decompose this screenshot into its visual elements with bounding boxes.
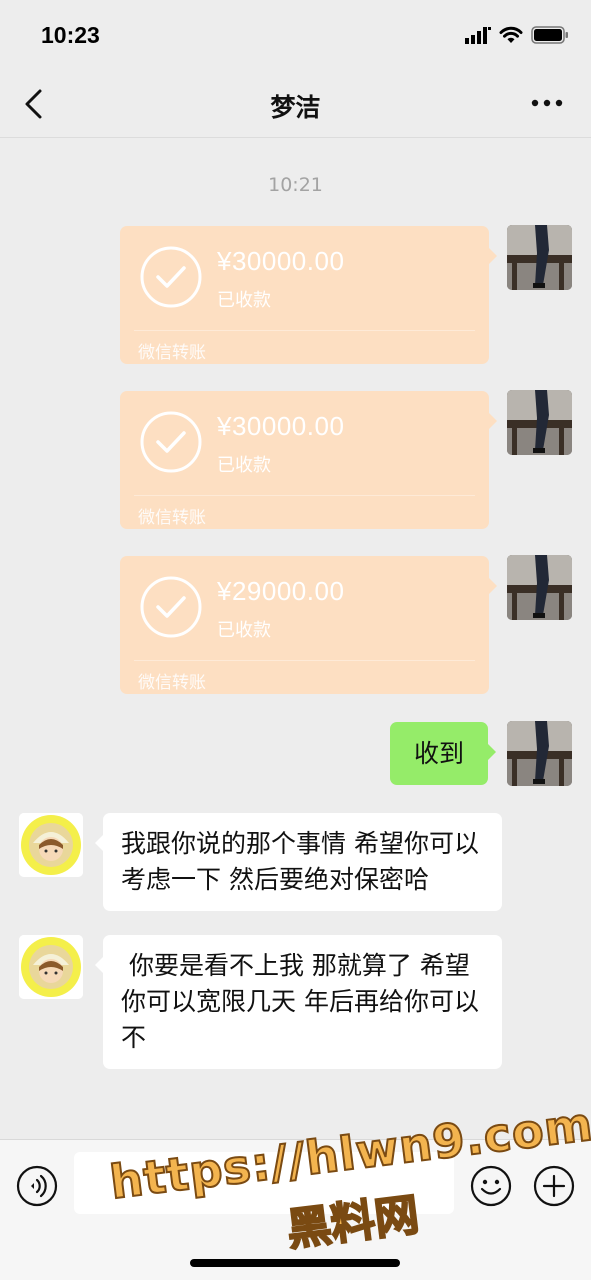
voice-icon[interactable] xyxy=(16,1165,58,1207)
transfer-divider xyxy=(134,330,475,331)
sent-message-bubble[interactable]: 收到 xyxy=(390,722,496,785)
self-avatar-photo xyxy=(507,225,572,290)
transfer-status: 已收款 xyxy=(217,455,271,476)
wifi-icon xyxy=(499,26,523,43)
input-bar xyxy=(0,1139,591,1280)
transfer-amount: ¥29000.00 xyxy=(217,576,345,606)
nav-bar: 梦洁 xyxy=(0,70,591,138)
transfer-status: 已收款 xyxy=(217,620,271,641)
message-timestamp: 10:21 xyxy=(268,174,323,196)
battery-icon xyxy=(531,26,568,44)
transfer-card[interactable]: ¥30000.00 已收款 微信转账 xyxy=(120,391,497,529)
chat-title: 梦洁 xyxy=(270,93,321,122)
contact-avatar-image xyxy=(19,813,83,877)
check-circle-icon xyxy=(140,576,202,638)
check-circle-icon xyxy=(140,246,202,308)
transfer-label: 微信转账 xyxy=(138,673,206,693)
home-indicator xyxy=(190,1259,400,1267)
transfer-card[interactable]: ¥30000.00 已收款 微信转账 xyxy=(120,226,497,364)
transfer-label: 微信转账 xyxy=(138,343,206,363)
status-time: 10:23 xyxy=(41,22,100,48)
status-bar: 10:23 xyxy=(0,0,591,70)
message-input[interactable] xyxy=(74,1152,454,1214)
self-avatar-photo xyxy=(507,390,572,455)
avatar-self[interactable] xyxy=(507,390,572,455)
avatar-self[interactable] xyxy=(507,721,572,786)
transfer-status: 已收款 xyxy=(217,290,271,311)
transfer-divider xyxy=(134,660,475,661)
contact-avatar-image xyxy=(19,935,83,999)
plus-icon[interactable] xyxy=(533,1165,575,1207)
emoji-icon[interactable] xyxy=(470,1165,512,1207)
transfer-divider xyxy=(134,495,475,496)
received-message-bubble[interactable]: 我跟你说的那个事情 希望你可以考虑一下 然后要绝对保密哈 xyxy=(95,813,502,911)
received-message-bubble[interactable]: 你要是看不上我 那就算了 希望你可以宽限几天 年后再给你可以不 xyxy=(95,935,502,1069)
more-dots-icon[interactable] xyxy=(531,96,563,110)
transfer-amount: ¥30000.00 xyxy=(217,246,345,276)
avatar-contact[interactable] xyxy=(19,935,83,999)
transfer-label: 微信转账 xyxy=(138,508,206,528)
transfer-card[interactable]: ¥29000.00 已收款 微信转账 xyxy=(120,556,497,694)
status-icons xyxy=(465,26,569,44)
transfer-amount: ¥30000.00 xyxy=(217,411,345,441)
check-circle-icon xyxy=(140,411,202,473)
self-avatar-photo xyxy=(507,721,572,786)
cellular-signal-icon xyxy=(465,27,491,44)
self-avatar-photo xyxy=(507,555,572,620)
avatar-contact[interactable] xyxy=(19,813,83,877)
avatar-self[interactable] xyxy=(507,225,572,290)
avatar-self[interactable] xyxy=(507,555,572,620)
